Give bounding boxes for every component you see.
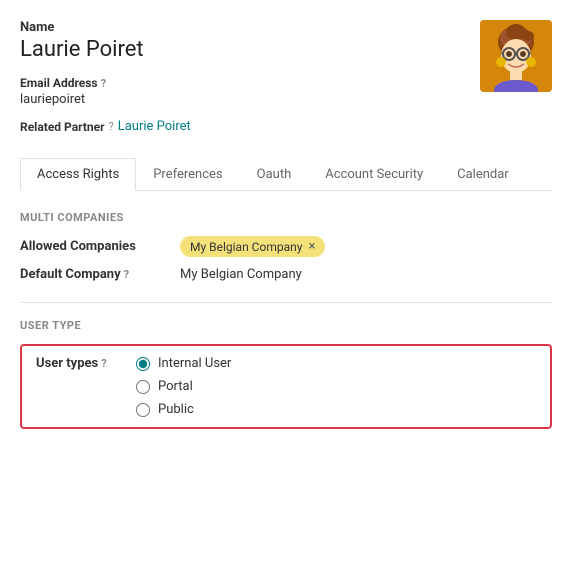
user-type-radio-group: Internal User Portal Public (136, 356, 231, 417)
email-help-icon[interactable]: ? (101, 77, 106, 90)
user-type-section: USER TYPE User types ? Internal User Por… (20, 319, 552, 429)
section-divider (20, 302, 552, 303)
default-company-value: My Belgian Company (180, 267, 302, 282)
tab-preferences[interactable]: Preferences (136, 158, 239, 191)
related-partner-help-icon[interactable]: ? (109, 120, 114, 133)
user-type-header: USER TYPE (20, 319, 552, 332)
default-company-help-icon[interactable]: ? (124, 268, 129, 281)
radio-portal[interactable]: Portal (136, 379, 231, 394)
allowed-companies-tag[interactable]: My Belgian Company × (180, 236, 325, 257)
related-partner-link[interactable]: Laurie Poiret (118, 119, 191, 134)
radio-internal-user[interactable]: Internal User (136, 356, 231, 371)
default-company-label: Default Company ? (20, 267, 180, 282)
multi-companies-section: MULTI COMPANIES Allowed Companies My Bel… (20, 211, 552, 282)
tab-account-security[interactable]: Account Security (308, 158, 440, 191)
radio-internal-input[interactable] (136, 357, 150, 371)
tabs-container: Access Rights Preferences Oauth Account … (20, 158, 552, 191)
user-type-box: User types ? Internal User Portal Public (20, 344, 552, 429)
multi-companies-header: MULTI COMPANIES (20, 211, 552, 224)
allowed-companies-label: Allowed Companies (20, 239, 180, 254)
default-company-row: Default Company ? My Belgian Company (20, 267, 552, 282)
allowed-companies-row: Allowed Companies My Belgian Company × (20, 236, 552, 257)
related-partner-label: Related Partner (20, 120, 105, 134)
tab-oauth[interactable]: Oauth (240, 158, 309, 191)
email-field-label: Email Address ? (20, 76, 480, 90)
radio-portal-label: Portal (158, 379, 193, 394)
radio-public-input[interactable] (136, 403, 150, 417)
user-type-row: User types ? Internal User Portal Public (36, 356, 536, 417)
user-types-label: User types ? (36, 356, 136, 371)
user-types-help-icon[interactable]: ? (101, 357, 106, 370)
tab-calendar[interactable]: Calendar (440, 158, 526, 191)
allowed-companies-value: My Belgian Company × (180, 236, 325, 257)
radio-public-label: Public (158, 402, 194, 417)
radio-public[interactable]: Public (136, 402, 231, 417)
name-value: Laurie Poiret (20, 37, 480, 62)
tag-close-icon[interactable]: × (308, 239, 315, 254)
tab-access-rights[interactable]: Access Rights (20, 158, 136, 191)
email-value: lauriepoiret (20, 92, 480, 107)
name-field-label: Name (20, 20, 480, 35)
avatar (480, 20, 552, 92)
radio-internal-label: Internal User (158, 356, 231, 371)
radio-portal-input[interactable] (136, 380, 150, 394)
